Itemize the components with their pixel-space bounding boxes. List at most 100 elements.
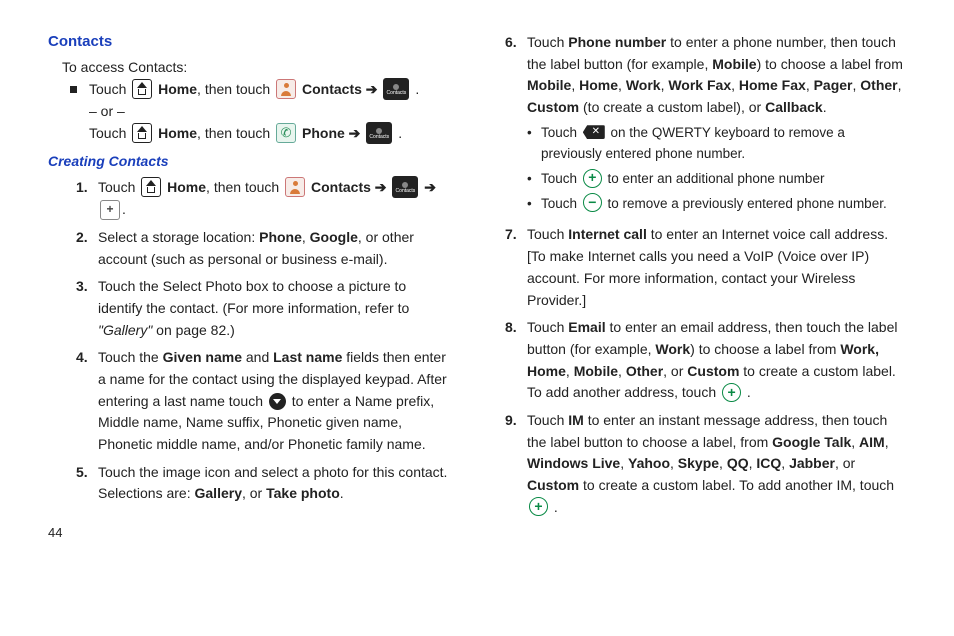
step-number: 7. [505,224,527,311]
text: Jabber [789,455,835,471]
bullet-dot-icon: • [527,123,541,165]
text: Home [158,125,197,141]
text: Yahoo [628,455,670,471]
text: QQ [727,455,749,471]
text: ) to choose a label from [757,56,903,72]
arrow-icon: ➔ [366,81,378,97]
text: , then touch [197,81,270,97]
text: Mobile [574,363,618,379]
text: , [620,455,628,471]
text: , or [663,363,687,379]
text: Custom [687,363,739,379]
bullet-dot-icon: • [527,194,541,215]
text: Phone number [568,34,666,50]
text: Custom [527,99,579,115]
text: Internet call [568,226,647,242]
square-bullet-icon [70,86,77,93]
text: IM [568,412,584,428]
text: Custom [527,477,579,493]
phone-icon: ✆ [276,123,296,143]
text: Work Fax [668,77,731,93]
arrow-icon: ➔ [420,179,436,195]
text: (to create a custom label), or [579,99,765,115]
sub-item: •Touch on the QWERTY keyboard to remove … [527,123,906,165]
contacts-icon [276,79,296,99]
text: . [550,499,558,515]
step-6-sublist: •Touch on the QWERTY keyboard to remove … [527,123,906,215]
add-icon [100,200,120,220]
text: , then touch [206,179,283,195]
step-number: 8. [505,317,527,404]
text: , [781,455,789,471]
page-number: 44 [48,523,453,543]
text: to create a custom label. To add another… [579,477,894,493]
step-1: 1. Touch Home, then touch Contacts ➔ ➔ . [76,177,453,221]
text: on page 82.) [152,322,235,338]
step-7: 7. Touch Internet call to enter an Inter… [505,224,906,311]
step-body: Touch Home, then touch Contacts ➔ ➔ . [98,177,453,221]
text: Touch [89,125,126,141]
minus-circle-icon [583,193,602,212]
plus-circle-icon [583,169,602,188]
text: . [122,201,126,217]
text: Other [860,77,897,93]
sub-item: •Touch to remove a previously entered ph… [527,194,906,215]
step-number: 5. [76,462,98,505]
text: Email [568,319,605,335]
text: Home [167,179,206,195]
text: , [618,77,626,93]
text: . [823,99,827,115]
home-icon [141,177,161,197]
step-body: Touch Internet call to enter an Internet… [527,224,906,311]
text: Skype [678,455,719,471]
text: to enter an additional phone number [604,171,825,186]
text: Work [655,341,690,357]
contacts-tab-icon [366,122,392,144]
plus-circle-icon [722,383,741,402]
text: Contacts [302,81,362,97]
text: Touch [527,412,568,428]
step-9: 9. Touch IM to enter an instant message … [505,410,906,518]
text: . [398,125,402,141]
text: Other [626,363,663,379]
text: , then touch [197,125,270,141]
step-body: Touch Phone number to enter a phone numb… [527,32,906,218]
sub-body: Touch to enter an additional phone numbe… [541,169,906,190]
step-body: Touch the Given name and Last name field… [98,347,453,455]
text: Home [158,81,197,97]
text-italic: "Gallery" [98,322,152,338]
text: to remove a previously entered phone num… [604,196,887,211]
or-text: – or – [89,103,125,119]
text: ICQ [756,455,781,471]
text: , [731,77,739,93]
step-number: 6. [505,32,527,218]
text: , [571,77,579,93]
text: Touch [527,319,568,335]
sub-body: Touch on the QWERTY keyboard to remove a… [541,123,906,165]
subsection-heading-creating: Creating Contacts [48,151,453,173]
left-steps: 1. Touch Home, then touch Contacts ➔ ➔ .… [76,177,453,505]
text: Given name [163,349,242,365]
plus-circle-icon [529,497,548,516]
section-heading-contacts: Contacts [48,30,453,53]
text: Gallery [195,485,242,501]
text: , [898,77,902,93]
step-4: 4. Touch the Given name and Last name fi… [76,347,453,455]
text: Touch the Select Photo box to choose a p… [98,278,409,316]
contacts-icon [285,177,305,197]
sub-body: Touch to remove a previously entered pho… [541,194,906,215]
text: Take photo [266,485,340,501]
text: Touch [541,125,581,140]
arrow-icon: ➔ [371,179,391,195]
page-columns: Contacts To access Contacts: Touch Home,… [48,30,906,543]
text: Google Talk [772,434,851,450]
right-column: 6. Touch Phone number to enter a phone n… [501,30,906,543]
step-body: Touch Email to enter an email address, t… [527,317,906,404]
text: and [242,349,273,365]
step-6: 6. Touch Phone number to enter a phone n… [505,32,906,218]
text: , [670,455,678,471]
step-number: 3. [76,276,98,341]
text: Mobile [527,77,571,93]
text: AIM [859,434,885,450]
text: , [851,434,859,450]
